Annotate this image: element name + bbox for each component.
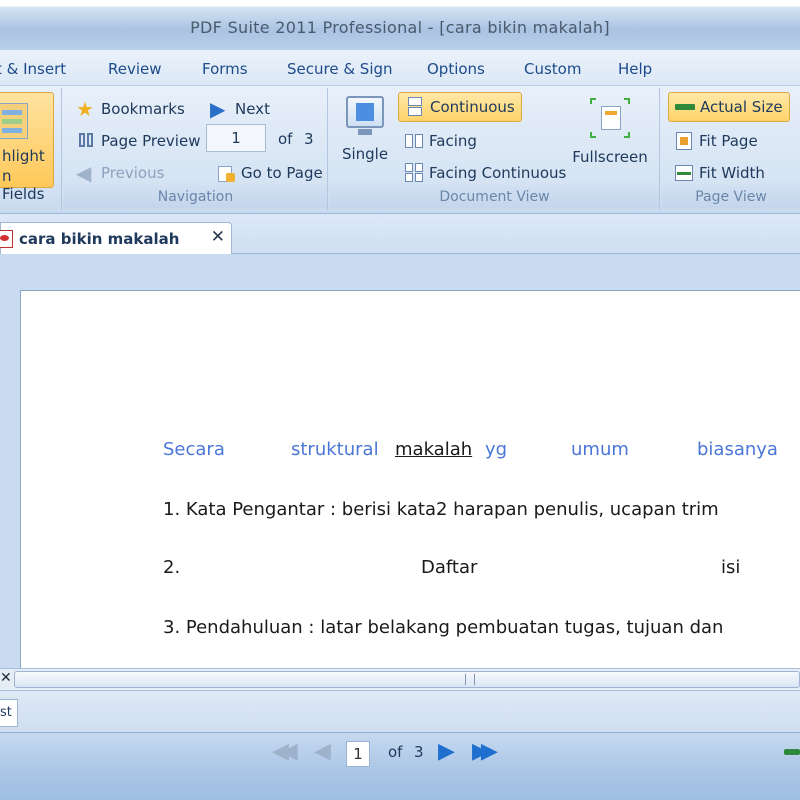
document-tab[interactable]: cara bikin makalah ✕ [0, 222, 232, 254]
menu-secure-sign[interactable]: Secure & Sign [287, 60, 393, 78]
facing-continuous-icon [404, 163, 424, 183]
single-label: Single [341, 145, 389, 163]
previous-button[interactable]: ◀ Previous [70, 158, 170, 188]
previous-page-icon[interactable]: ◀ [314, 739, 331, 764]
doc-word: umum [571, 439, 629, 460]
window-title: PDF Suite 2011 Professional - [cara biki… [190, 18, 610, 37]
bottom-panel-tab[interactable]: st [0, 699, 18, 727]
menu-bar: t & Insert Review Forms Secure & Sign Op… [0, 50, 800, 86]
pdf-file-icon [0, 229, 13, 248]
facing-label: Facing [429, 132, 477, 150]
horizontal-scrollbar[interactable]: ✕ [0, 668, 800, 690]
scrollbar-thumb[interactable] [14, 671, 800, 688]
doc-word: isi [721, 557, 741, 578]
fit-page-button[interactable]: Fit Page [668, 126, 764, 156]
next-page-icon[interactable]: ▶ [438, 739, 455, 764]
menu-custom[interactable]: Custom [524, 60, 581, 78]
bookmarks-label: Bookmarks [101, 100, 185, 118]
navigation-group-label: Navigation [64, 186, 327, 208]
group-navigation: ★ Bookmarks Page Preview ◀ Previous ▶ Ne… [64, 88, 328, 210]
next-label: Next [235, 100, 270, 118]
continuous-button[interactable]: Continuous [398, 92, 522, 122]
fit-width-label: Fit Width [699, 164, 765, 182]
zoom-slider-icon[interactable] [784, 749, 800, 755]
title-bar: PDF Suite 2011 Professional - [cara biki… [0, 0, 800, 50]
fit-width-button[interactable]: Fit Width [668, 158, 771, 188]
go-to-page-label: Go to Page [241, 164, 323, 182]
doc-word: yg [485, 439, 508, 460]
status-total-pages: 3 [414, 743, 424, 761]
doc-word: Daftar [421, 557, 478, 578]
close-tab-icon[interactable]: ✕ [211, 227, 225, 247]
go-to-page-button[interactable]: Go to Page [210, 158, 329, 188]
highlight-fields-label-1: hlight [2, 147, 45, 165]
of-label: of [278, 130, 293, 148]
page-view-group-label: Page View [662, 186, 800, 208]
bookmarks-button[interactable]: ★ Bookmarks [70, 94, 191, 124]
fit-page-label: Fit Page [699, 132, 758, 150]
pdf-page: Secara struktural makalah yg umum biasan… [20, 290, 800, 670]
go-to-page-icon [216, 163, 236, 183]
next-button[interactable]: ▶ Next [204, 94, 276, 124]
monitor-icon [346, 96, 384, 128]
highlight-fields-label-2: n Fields [2, 167, 45, 203]
fit-width-icon [674, 163, 694, 183]
fullscreen-button[interactable]: Fullscreen [570, 98, 650, 166]
group-highlight: hlight n Fields [0, 88, 62, 210]
menu-forms[interactable]: Forms [202, 60, 248, 78]
doc-word: struktural [291, 439, 379, 460]
doc-line: 3. Pendahuluan : latar belakang pembuata… [163, 617, 724, 638]
menu-help[interactable]: Help [618, 60, 652, 78]
highlight-fields-icon [0, 103, 28, 139]
first-page-icon[interactable]: ◀◀ [272, 739, 298, 764]
close-panel-icon[interactable]: ✕ [0, 670, 12, 686]
status-of-label: of [388, 743, 403, 761]
continuous-label: Continuous [430, 98, 515, 116]
page-number-input[interactable]: 1 [206, 124, 266, 152]
doc-word: biasanya [697, 439, 778, 460]
menu-review[interactable]: Review [108, 60, 162, 78]
fullscreen-icon [590, 98, 630, 138]
document-tab-label: cara bikin makalah [19, 229, 180, 248]
status-page-input[interactable]: 1 [346, 741, 370, 767]
facing-continuous-label: Facing Continuous [429, 164, 567, 182]
fullscreen-label: Fullscreen [572, 148, 648, 166]
page-preview-button[interactable]: Page Preview [70, 126, 206, 156]
bottom-panel-strip: st [0, 690, 800, 732]
doc-word: Secara [163, 439, 225, 460]
page-preview-label: Page Preview [101, 132, 201, 150]
continuous-icon [405, 97, 425, 117]
star-icon: ★ [76, 97, 94, 121]
document-tab-strip: cara bikin makalah ✕ [0, 214, 800, 254]
facing-icon [404, 131, 424, 151]
facing-button[interactable]: Facing [398, 126, 483, 156]
doc-link[interactable]: makalah [395, 439, 472, 460]
status-bar: ◀◀ ◀ 1 of 3 ▶ ▶▶ [0, 732, 800, 800]
ribbon: hlight n Fields ★ Bookmarks Page Preview… [0, 86, 800, 214]
last-page-icon[interactable]: ▶▶ [472, 739, 498, 764]
single-button[interactable]: Single [342, 96, 388, 163]
group-document-view: Single Continuous Facing Facing Continuo… [330, 88, 660, 210]
triangle-left-icon: ◀ [76, 161, 92, 185]
actual-size-button[interactable]: Actual Size [668, 92, 790, 122]
document-workspace: Secara struktural makalah yg umum biasan… [0, 254, 800, 670]
total-pages-label: 3 [304, 130, 314, 148]
group-page-view: Actual Size Fit Page Fit Width Page View [662, 88, 800, 210]
grip-icon [465, 674, 475, 685]
previous-label: Previous [101, 164, 165, 182]
facing-continuous-button[interactable]: Facing Continuous [398, 158, 572, 188]
fit-page-icon [674, 131, 694, 151]
actual-size-icon [675, 97, 695, 117]
doc-line-number: 2. [163, 557, 181, 578]
highlight-fields-button[interactable]: hlight n Fields [0, 92, 54, 203]
page-preview-icon [76, 131, 96, 151]
triangle-right-icon: ▶ [210, 97, 226, 121]
document-view-group-label: Document View [330, 186, 659, 208]
menu-edit-insert[interactable]: t & Insert [0, 60, 66, 78]
menu-options[interactable]: Options [427, 60, 485, 78]
doc-line: 1. Kata Pengantar : berisi kata2 harapan… [163, 499, 719, 520]
actual-size-label: Actual Size [700, 98, 783, 116]
